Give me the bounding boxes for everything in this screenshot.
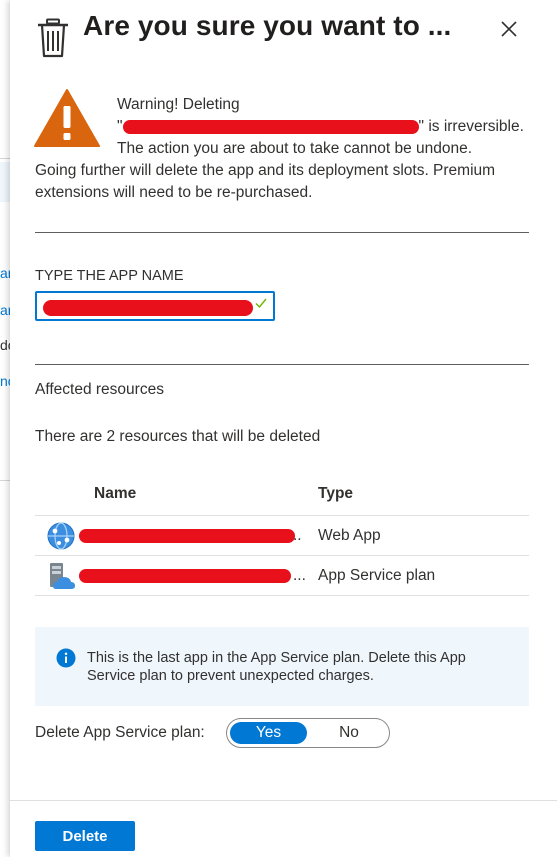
info-text: This is the last app in the App Service … bbox=[87, 650, 466, 684]
delete-app-dialog: Are you sure you want to ... Warning! De… bbox=[10, 0, 557, 857]
redacted-app-name bbox=[122, 119, 419, 134]
delete-plan-label: Delete App Service plan: bbox=[35, 724, 205, 741]
redacted-input-value bbox=[43, 300, 253, 316]
app-name-input[interactable] bbox=[35, 291, 275, 321]
background-divider bbox=[0, 158, 10, 159]
background-selected-item bbox=[0, 162, 10, 202]
background-link[interactable]: ar bbox=[0, 265, 10, 281]
trash-icon bbox=[38, 18, 68, 58]
toggle-option-yes[interactable]: Yes bbox=[230, 722, 307, 744]
dialog-header: Are you sure you want to ... bbox=[10, 0, 557, 72]
resource-name-ellipsis: .. bbox=[293, 527, 302, 544]
warning-line3: The action you are about to take cannot … bbox=[117, 140, 473, 157]
background-text: do bbox=[0, 337, 10, 353]
warning-line2: " " is irreversible. bbox=[35, 116, 535, 138]
toggle-option-no[interactable]: No bbox=[311, 722, 387, 744]
redacted-resource-name bbox=[79, 529, 295, 543]
background-divider bbox=[0, 480, 10, 481]
background-page: ar ar do nc bbox=[0, 0, 10, 857]
section-divider bbox=[35, 364, 529, 365]
warning-message: Warning! Deleting " " is irreversible. Th… bbox=[35, 94, 535, 204]
info-icon bbox=[56, 648, 76, 668]
warning-body: Going further will delete the app and it… bbox=[35, 162, 496, 201]
affected-resources-summary: There are 2 resources that will be delet… bbox=[35, 428, 321, 445]
dialog-title: Are you sure you want to ... bbox=[83, 10, 452, 41]
warning-line2-suffix: " is irreversible. bbox=[418, 118, 524, 135]
info-banner: This is the last app in the App Service … bbox=[35, 627, 529, 706]
resource-type: Web App bbox=[318, 527, 381, 544]
delete-button[interactable]: Delete bbox=[35, 821, 135, 851]
footer-divider bbox=[10, 800, 557, 801]
affected-resources-heading: Affected resources bbox=[35, 381, 164, 398]
checkmark-icon bbox=[255, 298, 267, 309]
table-header: Name Type bbox=[35, 476, 529, 516]
warning-line1: Warning! Deleting bbox=[117, 96, 240, 113]
delete-plan-toggle: Yes No bbox=[226, 718, 390, 748]
affected-resources-table: Name Type .. Web App ... App Service pla… bbox=[35, 476, 529, 596]
redacted-resource-name bbox=[79, 569, 291, 583]
close-icon[interactable] bbox=[498, 18, 520, 40]
warning-open-quote: " bbox=[117, 118, 123, 135]
web-app-icon bbox=[47, 522, 75, 550]
background-link[interactable]: nc bbox=[0, 373, 10, 389]
resource-name-ellipsis: ... bbox=[293, 567, 306, 584]
table-row: ... App Service plan bbox=[35, 556, 529, 596]
background-link[interactable]: ar bbox=[0, 302, 10, 318]
app-service-plan-icon bbox=[50, 563, 75, 589]
app-name-label: TYPE THE APP NAME bbox=[35, 268, 184, 284]
resource-type: App Service plan bbox=[318, 567, 436, 584]
column-header-name: Name bbox=[94, 485, 137, 502]
column-header-type: Type bbox=[318, 485, 354, 502]
section-divider bbox=[35, 232, 529, 233]
table-row: .. Web App bbox=[35, 516, 529, 556]
